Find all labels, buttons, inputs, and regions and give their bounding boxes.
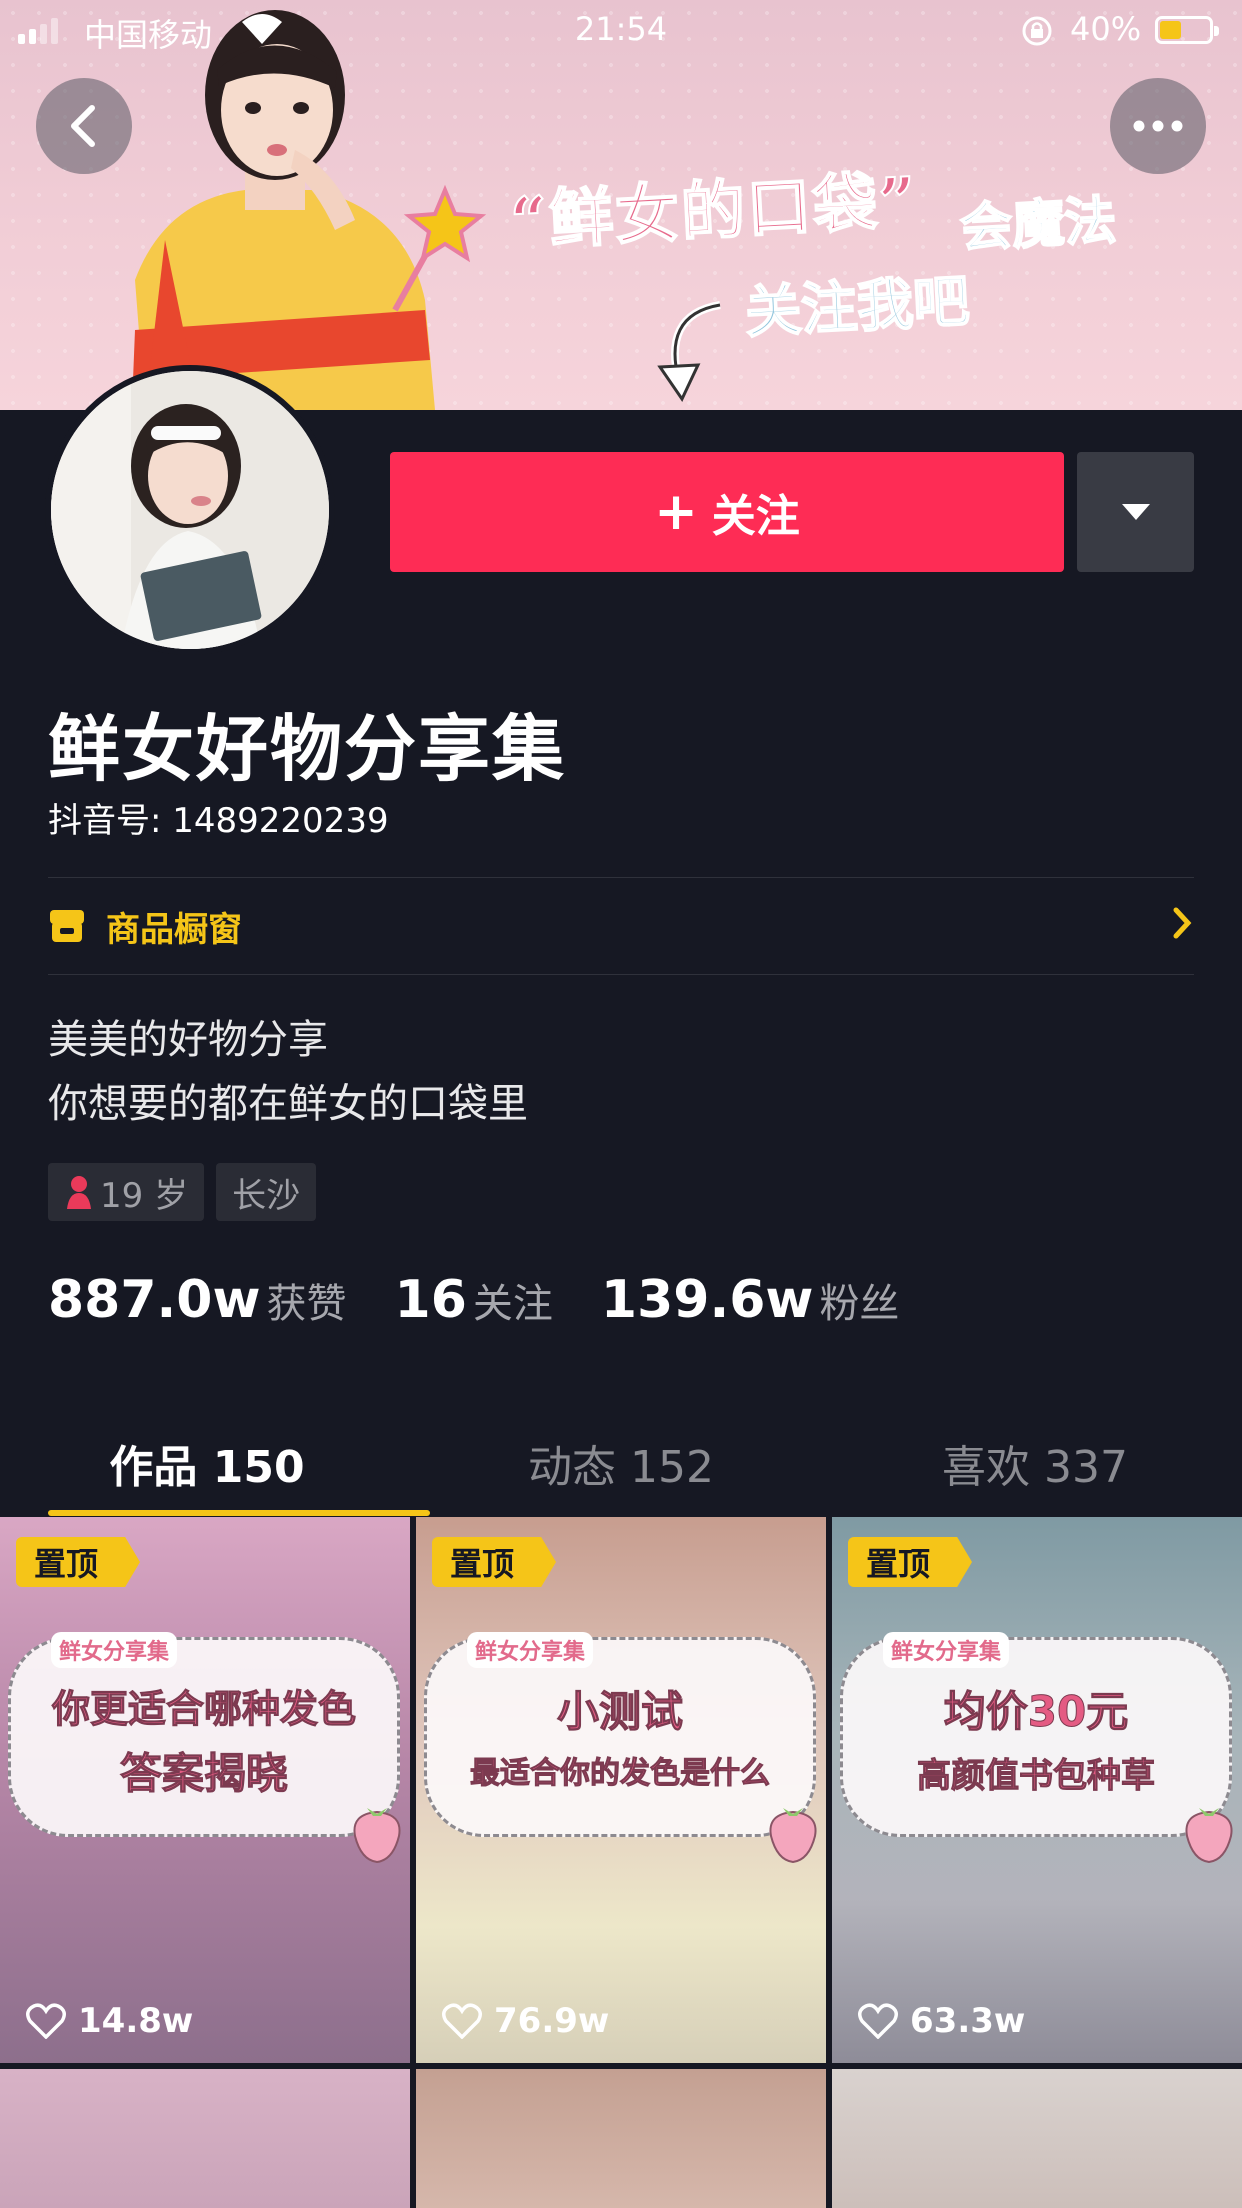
banner-call-to-action: 关注我吧 <box>743 268 972 347</box>
divider <box>48 974 1194 975</box>
video-title: 均价30元 <box>943 1687 1129 1737</box>
video-title-card: 鲜女分享集 你更适合哪种发色 答案揭晓 <box>8 1632 401 1864</box>
strawberry-icon <box>353 1808 401 1864</box>
status-bar: 中国移动 21:54 40% <box>0 0 1242 60</box>
chevron-right-icon <box>1173 907 1192 939</box>
video-thumbnail[interactable] <box>0 2069 410 2208</box>
tab-activity[interactable]: 动态 152 <box>414 1410 828 1516</box>
strawberry-icon <box>1185 1808 1233 1864</box>
city-tag-label: 长沙 <box>232 1175 301 1216</box>
back-button[interactable] <box>36 78 132 174</box>
banner-headline-suffix: 会魔法 <box>958 190 1119 260</box>
video-title: 你更适合哪种发色 <box>51 1687 356 1732</box>
video-thumbnail[interactable] <box>832 2069 1242 2208</box>
city-tag: 长沙 <box>216 1163 317 1221</box>
video-subtitle: 答案揭晓 <box>119 1749 288 1799</box>
video-thumbnail[interactable]: 置顶 鲜女分享集 你更适合哪种发色 答案揭晓 14.8w <box>0 1517 410 2063</box>
video-like-count: 14.8w <box>26 2001 193 2041</box>
video-badge: 鲜女分享集 <box>467 1632 594 1668</box>
age-tag-label: 19 岁 <box>100 1175 189 1216</box>
product-showcase-label: 商品橱窗 <box>106 909 242 950</box>
video-title: 小测试 <box>556 1687 683 1737</box>
tab-likes[interactable]: 喜欢 337 <box>828 1410 1242 1516</box>
profile-tabs: 作品 150 动态 152 喜欢 337 <box>0 1410 1242 1516</box>
more-options-button[interactable] <box>1110 78 1206 174</box>
profile-tags: 19 岁 长沙 <box>48 1163 317 1221</box>
video-title-card: 鲜女分享集 小测试 最适合你的发色是什么 <box>424 1632 817 1864</box>
chevron-left-icon <box>71 105 95 147</box>
pinned-badge: 置顶 <box>16 1537 141 1587</box>
likes-label: 获赞 <box>266 1281 347 1327</box>
video-thumbnail[interactable] <box>416 2069 826 2208</box>
video-thumbnail[interactable]: 置顶 鲜女分享集 小测试 最适合你的发色是什么 76.9w <box>416 1517 826 2063</box>
video-badge: 鲜女分享集 <box>883 1632 1010 1668</box>
curved-arrow-icon <box>657 301 721 403</box>
likes-count: 887.0w <box>48 1270 261 1330</box>
followers-label[interactable]: 粉丝 <box>819 1271 899 1329</box>
video-title-card: 鲜女分享集 均价30元 高颜值书包种草 <box>840 1632 1233 1864</box>
female-icon <box>67 1176 91 1209</box>
more-dots-icon <box>1133 120 1183 132</box>
video-grid: 置顶 鲜女分享集 你更适合哪种发色 答案揭晓 14.8w 置顶 鲜女分享集 小测… <box>0 1517 1242 2208</box>
profile-banner: “鲜女的口袋” 会魔法 关注我吧 <box>0 0 1242 410</box>
bio-line: 你想要的都在鲜女的口袋里 <box>48 1081 528 1127</box>
status-time: 21:54 <box>574 10 668 48</box>
following-count[interactable]: 16 <box>395 1270 467 1330</box>
avatar-photo <box>51 371 329 649</box>
heart-icon <box>858 2003 898 2039</box>
video-like-count: 63.3w <box>858 2001 1025 2041</box>
video-thumbnail[interactable]: 置顶 鲜女分享集 均价30元 高颜值书包种草 63.3w <box>832 1517 1242 2063</box>
follow-button[interactable]: + 关注 <box>390 452 1064 572</box>
caret-down-icon <box>1121 504 1150 520</box>
profile-bio: 美美的好物分享 你想要的都在鲜女的口袋里 <box>48 1008 528 1136</box>
follow-button-label: 关注 <box>711 491 800 542</box>
douyin-id[interactable]: 抖音号: 1489220239 <box>48 793 389 842</box>
rotation-lock-icon <box>1022 16 1052 46</box>
video-subtitle: 最适合你的发色是什么 <box>470 1756 771 1792</box>
heart-icon <box>442 2003 482 2039</box>
bio-line: 美美的好物分享 <box>48 1017 328 1063</box>
tab-works[interactable]: 作品 150 <box>0 1410 414 1516</box>
product-showcase-row[interactable]: 商品橱窗 <box>48 878 1194 974</box>
strawberry-icon <box>769 1808 817 1864</box>
active-tab-indicator <box>48 1510 430 1516</box>
battery-icon <box>1155 16 1219 44</box>
video-subtitle: 高颜值书包种草 <box>917 1756 1156 1797</box>
plus-icon: + <box>654 482 698 542</box>
recommend-dropdown-button[interactable] <box>1077 452 1194 572</box>
battery-percentage: 40% <box>1070 10 1142 48</box>
like-count-label: 63.3w <box>910 2001 1026 2041</box>
following-label[interactable]: 关注 <box>473 1271 553 1329</box>
profile-name: 鲜女好物分享集 <box>48 707 567 791</box>
pinned-badge: 置顶 <box>848 1537 973 1587</box>
video-like-count: 76.9w <box>442 2001 609 2041</box>
followers-count[interactable]: 139.6w <box>601 1270 814 1330</box>
like-count-label: 76.9w <box>494 2001 610 2041</box>
avatar[interactable] <box>45 365 335 655</box>
pinned-badge: 置顶 <box>432 1537 557 1587</box>
magic-wand-icon <box>392 184 487 312</box>
like-count-label: 14.8w <box>78 2001 194 2041</box>
profile-stats: 887.0w 获赞 16 关注 139.6w 粉丝 <box>48 1270 899 1330</box>
age-tag: 19 岁 <box>48 1163 205 1221</box>
shop-icon <box>50 910 84 942</box>
heart-icon <box>26 2003 66 2039</box>
video-badge: 鲜女分享集 <box>51 1632 178 1668</box>
